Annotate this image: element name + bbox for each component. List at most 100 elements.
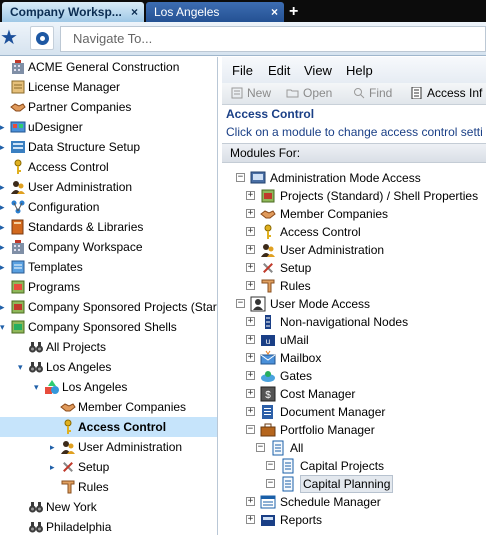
module-item[interactable]: + User Administration [222, 241, 486, 259]
expand-icon[interactable]: + [246, 209, 255, 218]
chevron-down-icon[interactable]: ▾ [34, 377, 39, 397]
chevron-down-icon[interactable]: ▾ [0, 317, 5, 337]
menu-file[interactable]: File [232, 63, 253, 78]
tree-item[interactable]: Programs [0, 277, 217, 297]
modules-header: Modules For: [222, 143, 486, 163]
chevron-down-icon[interactable]: ▾ [18, 357, 23, 377]
cost-icon: $ [260, 386, 276, 402]
expand-icon[interactable]: + [246, 497, 255, 506]
tree-item[interactable]: Member Companies [0, 397, 217, 417]
tree-item[interactable]: ▸ Data Structure Setup [0, 137, 217, 157]
module-item[interactable]: + Access Control [222, 223, 486, 241]
tree-item[interactable]: ▾ Company Sponsored Shells [0, 317, 217, 337]
chevron-right-icon[interactable]: ▸ [50, 437, 55, 457]
collapse-icon[interactable]: − [246, 425, 255, 434]
menu-help[interactable]: Help [346, 63, 373, 78]
tree-item[interactable]: ▸ Setup [0, 457, 217, 477]
chevron-right-icon[interactable]: ▸ [0, 197, 5, 217]
tree-item[interactable]: ▸ Company Workspace [0, 237, 217, 257]
tree-item[interactable]: ▾ Los Angeles [0, 357, 217, 377]
collapse-icon[interactable]: − [236, 173, 245, 182]
close-icon[interactable]: × [271, 2, 278, 22]
chevron-right-icon[interactable]: ▸ [0, 297, 5, 317]
star-icon[interactable]: ★ [0, 28, 18, 48]
find-button[interactable]: Find [352, 86, 392, 100]
module-item[interactable]: − Portfolio Manager [222, 421, 486, 439]
open-label: Open [303, 86, 333, 100]
tree-item[interactable]: ▸ Standards & Libraries [0, 217, 217, 237]
chevron-right-icon[interactable]: ▸ [0, 257, 5, 277]
module-item[interactable]: + Gates [222, 367, 486, 385]
tree-item[interactable]: License Manager [0, 77, 217, 97]
tree-item[interactable]: All Projects [0, 337, 217, 357]
expand-icon[interactable]: + [246, 191, 255, 200]
module-item[interactable]: + Projects (Standard) / Shell Properties [222, 187, 486, 205]
expand-icon[interactable]: + [246, 353, 255, 362]
module-item[interactable]: − User Mode Access [222, 295, 486, 313]
chevron-right-icon[interactable]: ▸ [0, 217, 5, 237]
tree-item[interactable]: ▸ Configuration [0, 197, 217, 217]
module-item[interactable]: + Setup [222, 259, 486, 277]
chevron-right-icon[interactable]: ▸ [0, 237, 5, 257]
chevron-right-icon[interactable]: ▸ [0, 117, 5, 137]
tree-item[interactable]: ▾ Los Angeles [0, 377, 217, 397]
chevron-right-icon[interactable]: ▸ [0, 177, 5, 197]
module-label: Access Control [280, 225, 361, 239]
expand-icon[interactable]: + [246, 227, 255, 236]
new-tab-button[interactable]: + [289, 2, 298, 22]
tree-item[interactable]: ▸ User Administration [0, 437, 217, 457]
expand-icon[interactable]: + [246, 317, 255, 326]
tab-los-angeles[interactable]: Los Angeles × [146, 2, 284, 22]
tree-item[interactable]: Partner Companies [0, 97, 217, 117]
expand-icon[interactable]: + [246, 245, 255, 254]
module-item[interactable]: + Rules [222, 277, 486, 295]
tree-item[interactable]: Rules [0, 477, 217, 497]
menu-view[interactable]: View [304, 63, 332, 78]
expand-icon[interactable]: + [246, 335, 255, 344]
new-button[interactable]: New [230, 86, 271, 100]
module-item[interactable]: + Schedule Manager [222, 493, 486, 511]
chevron-right-icon[interactable]: ▸ [50, 457, 55, 477]
module-item[interactable]: − Capital Planning [222, 475, 486, 493]
tree-item[interactable]: New York [0, 497, 217, 517]
module-item[interactable]: + $ Cost Manager [222, 385, 486, 403]
module-item[interactable]: + Mailbox [222, 349, 486, 367]
module-item[interactable]: − All [222, 439, 486, 457]
tree-item-label: User Administration [78, 440, 183, 454]
module-item[interactable]: + u uMail [222, 331, 486, 349]
module-item[interactable]: − Capital Projects [222, 457, 486, 475]
menu-edit[interactable]: Edit [268, 63, 290, 78]
collapse-icon[interactable]: − [266, 461, 275, 470]
expand-icon[interactable]: + [246, 389, 255, 398]
tab-company-workspace[interactable]: Company Worksp... × [2, 2, 144, 22]
collapse-icon[interactable]: − [256, 443, 265, 452]
module-item[interactable]: + Member Companies [222, 205, 486, 223]
expand-icon[interactable]: + [246, 263, 255, 272]
close-icon[interactable]: × [131, 2, 138, 22]
tree-item[interactable]: Access Control [0, 157, 217, 177]
tree-item[interactable]: ▸ Company Sponsored Projects (Star [0, 297, 217, 317]
module-item[interactable]: + Reports [222, 511, 486, 529]
collapse-icon[interactable]: − [236, 299, 245, 308]
expand-icon[interactable]: + [246, 515, 255, 524]
module-item[interactable]: + Document Manager [222, 403, 486, 421]
tree-item[interactable]: ▸ User Administration [0, 177, 217, 197]
tree-item[interactable]: ▸ Templates [0, 257, 217, 277]
tree-item[interactable]: Philadelphia [0, 517, 217, 535]
globe-button[interactable] [30, 26, 54, 50]
expand-icon[interactable]: + [246, 281, 255, 290]
configuration-icon [10, 199, 26, 215]
reports-icon [260, 512, 276, 528]
tree-item[interactable]: ACME General Construction [0, 57, 217, 77]
open-button[interactable]: Open [286, 86, 332, 100]
expand-icon[interactable]: + [246, 407, 255, 416]
access-info-button[interactable]: Access Inf [410, 86, 482, 100]
collapse-icon[interactable]: − [266, 479, 275, 488]
module-item[interactable]: − Administration Mode Access [222, 169, 486, 187]
module-item[interactable]: + Non-navigational Nodes [222, 313, 486, 331]
tree-item[interactable]: ▸ uDesigner [0, 117, 217, 137]
tree-item[interactable]: Access Control [0, 417, 217, 437]
expand-icon[interactable]: + [246, 371, 255, 380]
chevron-right-icon[interactable]: ▸ [0, 137, 5, 157]
navigate-input[interactable]: Navigate To... [60, 26, 486, 52]
